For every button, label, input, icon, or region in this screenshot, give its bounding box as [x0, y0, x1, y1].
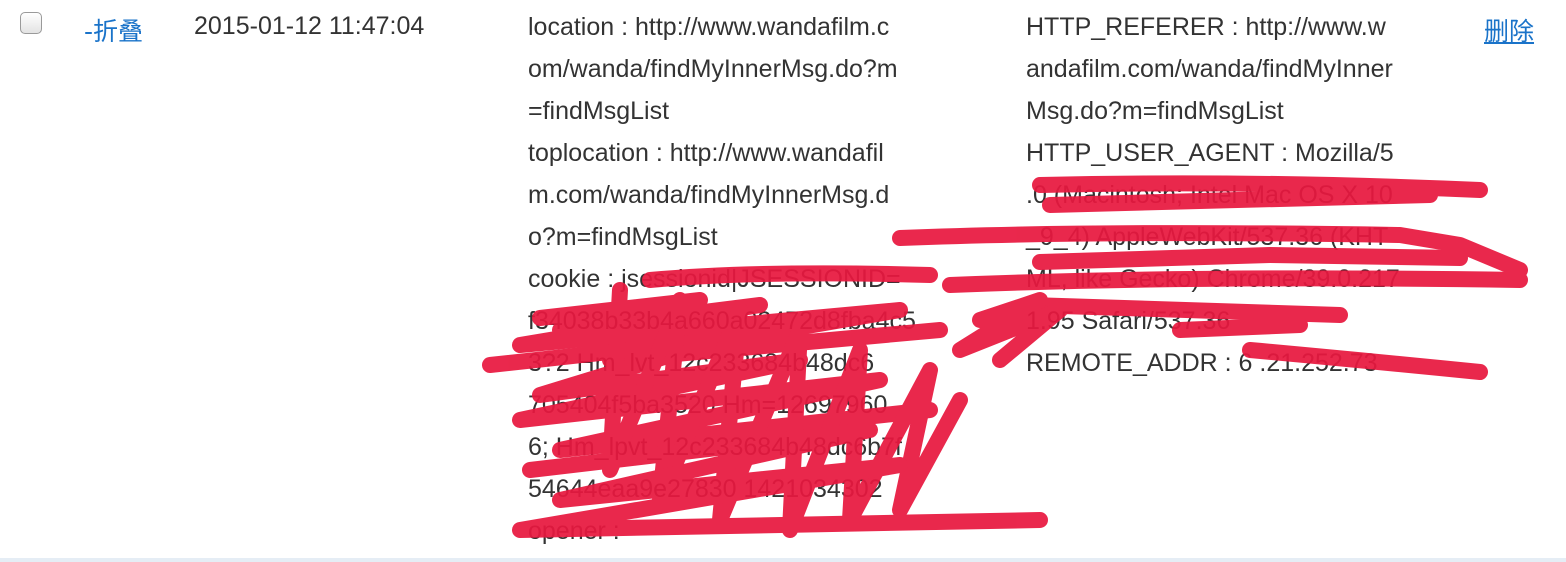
- request-line: 54644eaa9e27830 1421034302: [528, 475, 883, 503]
- collapse-toggle-link[interactable]: -折叠: [84, 12, 143, 48]
- request-line: om/wanda/findMyInnerMsg.do?m: [528, 55, 898, 83]
- request-line: cookie : jsessionid|JSESSIONID=: [528, 265, 901, 293]
- request-line: opener :: [528, 517, 620, 545]
- server-line: REMOTE_ADDR : 6 .21.252.73: [1026, 349, 1378, 377]
- request-line: 6; Hm_lpvt_12c233684b48dc6b7f: [528, 433, 902, 461]
- request-line: 3?2 Hm_lvt_12c233684b48dc6: [528, 349, 875, 377]
- server-line: _9_4) AppleWebKit/537.36 (KHT: [1026, 223, 1389, 251]
- server-line: ML, like Gecko) Chrome/39.0.217: [1026, 265, 1400, 293]
- request-info-cell: location : http://www.wandafilm.c om/wan…: [528, 6, 958, 552]
- server-line: Msg.do?m=findMsgList: [1026, 97, 1284, 125]
- server-line: 1.95 Safari/537.36: [1026, 307, 1231, 335]
- row-checkbox[interactable]: [20, 12, 42, 34]
- server-line: HTTP_REFERER : http://www.w: [1026, 13, 1386, 41]
- log-row: -折叠 2015-01-12 11:47:04 location : http:…: [0, 0, 1566, 562]
- server-line: HTTP_USER_AGENT : Mozilla/5: [1026, 139, 1394, 167]
- server-line: andafilm.com/wanda/findMyInner: [1026, 55, 1393, 83]
- request-line: 705404f5ba3520 Hm=12697960: [528, 391, 888, 419]
- request-line: =findMsgList: [528, 97, 670, 125]
- request-line: m.com/wanda/findMyInnerMsg.d: [528, 181, 890, 209]
- request-line: f34038b33b4a660a02472d8fba4c5: [528, 307, 916, 335]
- request-line: o?m=findMsgList: [528, 223, 718, 251]
- server-info-cell: HTTP_REFERER : http://www.w andafilm.com…: [1026, 6, 1466, 384]
- request-line: location : http://www.wandafilm.c: [528, 13, 890, 41]
- row-divider: [0, 558, 1566, 562]
- timestamp: 2015-01-12 11:47:04: [194, 12, 425, 40]
- delete-link[interactable]: 删除: [1484, 12, 1534, 48]
- server-line: .0 (Macintosh; Intel Mac OS X 10: [1026, 181, 1393, 209]
- request-line: toplocation : http://www.wandafil: [528, 139, 884, 167]
